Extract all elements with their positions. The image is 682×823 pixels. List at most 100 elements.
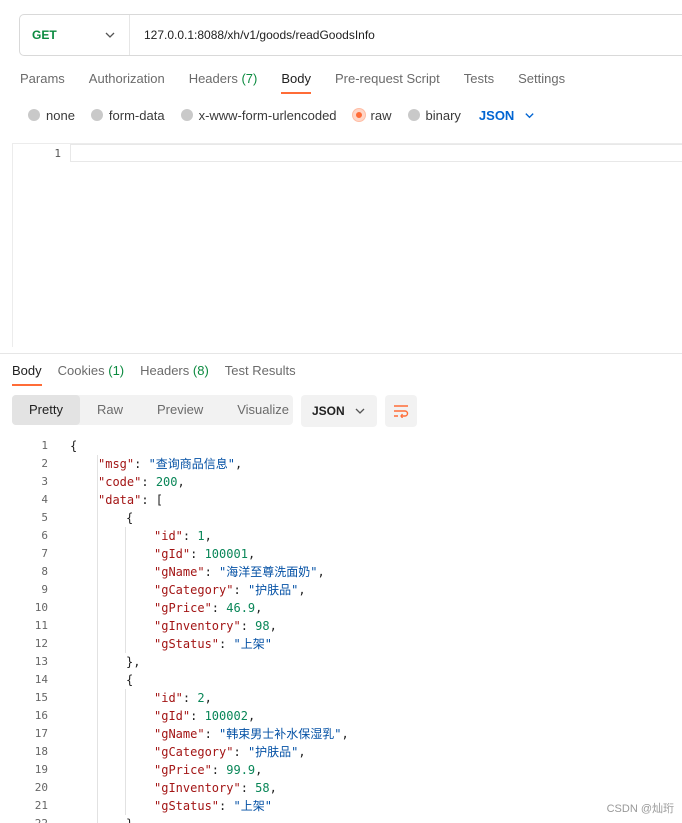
view-pretty[interactable]: Pretty [12,395,80,425]
line-number: 4 [41,493,48,506]
body-type-none[interactable]: none [28,108,75,123]
line-number: 7 [41,547,48,560]
tab-body[interactable]: Body [281,70,311,96]
radio-icon[interactable] [90,109,103,121]
json-punct: { [126,511,134,525]
response-tab-headers[interactable]: Headers (8) [140,362,209,388]
line-number: 1 [54,147,61,160]
code-content: "gInventory": 98, [154,617,277,635]
code-content: "gCategory": "护肤品", [154,581,306,599]
code-content: "data": [ [98,491,163,509]
code-line: 1{ [0,437,682,455]
view-preview[interactable]: Preview [140,395,220,425]
json-punct: }, [126,655,141,669]
tab-authorization[interactable]: Authorization [89,70,165,96]
json-string: "护肤品" [247,583,299,597]
code-line: 2 "msg": "查询商品信息", [0,455,682,473]
line-number: 16 [34,709,48,722]
radio-icon[interactable] [352,109,365,121]
json-punct: : [219,799,234,813]
active-line[interactable] [70,144,682,162]
code-content: "gStatus": "上架" [154,635,272,653]
body-type-label: x-www-form-urlencoded [198,107,337,123]
pane-divider[interactable] [0,353,682,354]
chevron-down-icon [105,32,115,38]
tab-label: Cookies [57,363,105,378]
wrap-lines-button[interactable] [385,395,417,427]
json-punct: : [134,457,149,471]
code-content: "msg": "查询商品信息", [98,455,242,473]
code-line: 14 { [0,671,682,689]
view-visualize[interactable]: Visualize [220,395,306,425]
json-punct: : [182,691,198,705]
radio-icon[interactable] [28,109,40,121]
tab-tests[interactable]: Tests [464,70,494,96]
chevron-down-icon [525,112,534,118]
request-body-editor[interactable]: 1 [12,143,682,347]
code-line: 13}, [0,653,682,671]
response-format-select[interactable]: JSON [301,395,377,427]
json-key: "gStatus" [154,799,220,813]
watermark: CSDN @灿珩 [606,803,674,815]
json-number: 46.9 [226,601,256,615]
url-input[interactable]: 127.0.0.1:8088/xh/v1/goods/readGoodsInfo [144,15,375,55]
response-tab-test-results[interactable]: Test Results [225,362,296,388]
tab-headers[interactable]: Headers (7) [189,70,258,96]
json-punct: : [211,601,227,615]
json-key: "gPrice" [154,601,212,615]
code-content: "gPrice": 46.9, [154,599,262,617]
body-type-label: form-data [108,107,165,123]
code-content: "gId": 100001, [154,545,255,563]
code-content: { [126,671,133,689]
json-key: "gInventory" [154,781,241,795]
line-number: 12 [34,637,48,650]
view-raw[interactable]: Raw [80,395,140,425]
json-key: "gCategory" [154,745,234,759]
body-format-label: JSON [478,107,515,123]
json-punct: , [269,619,277,633]
json-punct: : [ [141,493,164,507]
code-content: } [126,815,133,823]
radio-icon[interactable] [180,109,193,121]
code-line: 19 "gPrice": 99.9, [0,761,682,779]
json-punct: : [211,763,227,777]
tab-params[interactable]: Params [20,70,65,96]
json-punct: } [126,817,133,823]
body-type-form-data[interactable]: form-data [90,107,165,123]
response-tab-cookies[interactable]: Cookies (1) [58,362,124,388]
response-tabs: Body Cookies (1) Headers (8) Test Results [12,362,312,388]
json-punct: : [190,547,205,561]
json-number: 58 [255,781,270,795]
tab-label: Test Results [224,363,296,378]
tab-settings[interactable]: Settings [518,70,565,96]
line-number: 3 [41,475,48,488]
tab-count: (7) [241,71,258,86]
json-key: "gCategory" [154,583,234,597]
json-key: "gInventory" [154,619,241,633]
json-key: "gName" [154,727,205,741]
response-format-label: JSON [312,404,345,418]
code-line: 12 "gStatus": "上架" [0,635,682,653]
response-body[interactable]: 1{2 "msg": "查询商品信息", 3 "code": 200, 4 "data":… [0,437,682,823]
code-line: 3 "code": 200, [0,473,682,491]
radio-icon[interactable] [407,109,420,121]
json-string: "上架" [233,637,272,651]
method-label: GET [32,28,57,42]
body-type-raw[interactable]: raw [352,108,392,123]
body-type-x-www-form-urlencoded[interactable]: x-www-form-urlencoded [180,107,337,123]
json-string: "韩束男士补水保湿乳" [219,727,342,741]
code-content: }, [126,653,140,671]
url-bar: GET 127.0.0.1:8088/xh/v1/goods/readGoods… [19,14,682,56]
method-select[interactable]: GET [20,15,130,55]
json-punct: , [317,565,325,579]
body-format-select[interactable]: JSON [479,108,535,123]
line-number: 6 [41,529,48,542]
code-content: "gInventory": 58, [154,779,277,797]
response-tab-body[interactable]: Body [12,362,42,388]
code-content: "gName": "海洋至尊洗面奶", [154,563,325,581]
json-key: "gId" [154,709,191,723]
tab-label: Authorization [88,71,165,86]
json-punct: , [204,529,212,543]
tab-pre-request-script[interactable]: Pre-request Script [335,70,440,96]
body-type-binary[interactable]: binary [407,108,461,123]
